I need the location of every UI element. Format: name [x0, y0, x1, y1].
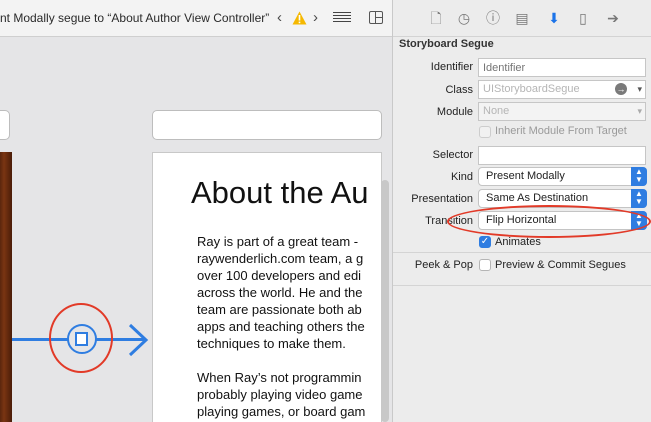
identifier-field[interactable]: [478, 58, 646, 77]
attributes-icon[interactable]: ⬇: [545, 9, 563, 27]
about-author-view-controller[interactable]: About the Au Ray is part of a great team…: [152, 152, 382, 422]
scene-body-text: Ray is part of a great team - raywenderl…: [197, 234, 366, 419]
annotation-circle: [49, 303, 113, 373]
file-icon[interactable]: 🗋: [427, 9, 445, 27]
chevron-right-icon[interactable]: ›: [313, 10, 318, 26]
chevron-down-icon[interactable]: ▾: [637, 81, 642, 98]
class-field[interactable]: UIStoryboardSegue → ▾: [478, 80, 646, 99]
source-view-controller[interactable]: [0, 152, 12, 422]
warning-icon[interactable]: [292, 11, 307, 25]
peek-pop-label: Peek & Pop: [414, 259, 473, 271]
peek-pop-checkbox[interactable]: [479, 259, 491, 271]
chevron-updown-icon: ▲ ▼: [631, 167, 647, 186]
inspector-tabs: 🗋 ◷ ⓘ ▤ ⬇ ▯ ➔: [393, 0, 651, 37]
divider: [393, 252, 651, 253]
scene-title: About the Au: [191, 175, 369, 210]
chevron-down-icon[interactable]: ▾: [637, 103, 642, 120]
kind-value: Present Modally: [486, 170, 565, 182]
inherit-module-checkbox[interactable]: [479, 126, 491, 138]
kind-label: Kind: [450, 171, 473, 183]
class-value: UIStoryboardSegue: [483, 83, 580, 95]
identity-icon[interactable]: ▤: [513, 9, 531, 27]
connections-icon[interactable]: ➔: [604, 9, 622, 27]
arrow-circle-icon[interactable]: →: [615, 83, 627, 95]
module-label: Module: [436, 106, 473, 118]
canvas-scrollbar[interactable]: [381, 180, 389, 422]
size-icon[interactable]: ▯: [574, 9, 592, 27]
module-field[interactable]: None ▾: [478, 102, 646, 121]
module-value: None: [483, 105, 510, 117]
source-scene-bar[interactable]: [0, 110, 10, 140]
inherit-module-label: Inherit Module From Target: [495, 125, 627, 137]
lines-icon[interactable]: [333, 12, 351, 24]
help-icon[interactable]: ⓘ: [484, 9, 502, 27]
class-label: Class: [445, 84, 473, 96]
identifier-label: Identifier: [430, 61, 473, 73]
history-icon[interactable]: ◷: [455, 9, 473, 27]
kind-popup[interactable]: Present Modally ▲ ▼: [478, 167, 647, 186]
annotation-oval: [447, 205, 651, 238]
selector-field[interactable]: [478, 146, 646, 165]
divider: [393, 285, 651, 286]
selector-label: Selector: [432, 149, 473, 161]
animates-checkbox[interactable]: ✓: [479, 236, 491, 248]
chevron-updown-icon: ▲ ▼: [631, 189, 647, 208]
jump-bar: nt Modally segue to “About Author View C…: [0, 0, 392, 37]
destination-scene-bar[interactable]: [152, 110, 382, 140]
storyboard-canvas[interactable]: nt Modally segue to “About Author View C…: [0, 0, 392, 422]
presentation-label: Presentation: [411, 193, 473, 205]
peek-pop-option-label: Preview & Commit Segues: [495, 259, 626, 271]
chevron-left-icon[interactable]: ‹: [277, 10, 282, 26]
segue-arrowhead: [128, 323, 149, 357]
section-title: Storyboard Segue: [399, 38, 494, 50]
breadcrumb[interactable]: nt Modally segue to “About Author View C…: [0, 11, 269, 25]
presentation-value: Same As Destination: [486, 192, 589, 204]
inspector-toggle-icon[interactable]: [369, 11, 383, 24]
